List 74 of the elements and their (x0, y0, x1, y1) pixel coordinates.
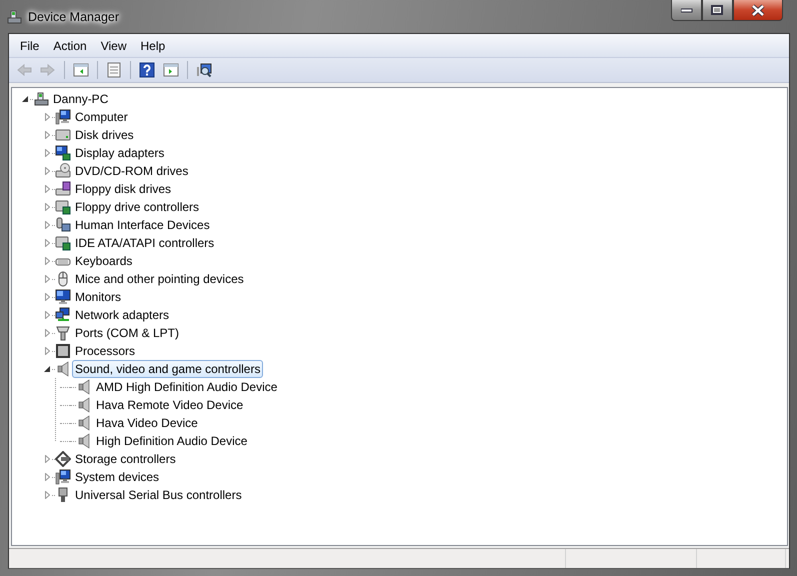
device-icon (55, 217, 71, 233)
tree-item[interactable]: IDE ATA/ATAPI controllers (72, 234, 218, 252)
expand-arrow-icon[interactable] (44, 329, 50, 337)
tree-item[interactable]: Monitors (72, 288, 124, 306)
close-button[interactable] (733, 0, 783, 21)
speaker-icon (76, 433, 92, 449)
tree-item[interactable]: System devices (72, 468, 162, 486)
expand-arrow-icon[interactable] (44, 239, 50, 247)
disc-drive-icon (55, 163, 71, 179)
expand-arrow-icon[interactable] (44, 221, 50, 229)
tree-item[interactable]: Hava Video Device (93, 414, 201, 432)
window-title: Device Manager (28, 10, 120, 24)
maximize-icon (711, 4, 724, 16)
expand-arrow-icon[interactable] (44, 293, 50, 301)
speaker-icon (55, 361, 71, 377)
floppy-drive-icon (55, 181, 71, 197)
menu-item[interactable]: Help (134, 38, 172, 52)
tree-item[interactable]: Computer (72, 108, 131, 126)
tree-item[interactable]: Ports (COM & LPT) (72, 324, 182, 342)
expand-arrow-icon[interactable] (44, 455, 50, 463)
tree-item[interactable]: Display adapters (72, 144, 168, 162)
expand-arrow-icon[interactable] (44, 473, 50, 481)
expand-arrow-icon[interactable] (44, 311, 50, 319)
minimize-button[interactable] (671, 0, 702, 21)
network-icon (55, 307, 71, 323)
tree-item[interactable]: AMD High Definition Audio Device (93, 378, 280, 396)
tree-item[interactable]: Network adapters (72, 306, 172, 324)
expand-arrow-icon[interactable] (44, 113, 50, 121)
menu-item[interactable]: View (94, 38, 134, 52)
expand-arrow-icon[interactable] (44, 491, 50, 499)
close-icon (750, 4, 766, 16)
tree-item[interactable]: Sound, video and game controllers (72, 360, 264, 378)
drive-icon (55, 127, 71, 143)
monitor-icon (55, 109, 71, 125)
tree-item[interactable]: Floppy drive controllers (72, 198, 202, 216)
expand-arrow-icon[interactable] (44, 131, 50, 139)
tree-item[interactable]: Keyboards (72, 252, 136, 270)
device-manager-icon (6, 8, 22, 24)
expand-arrow-icon[interactable] (44, 185, 50, 193)
tree-item[interactable]: Human Interface Devices (72, 216, 213, 234)
expand-arrow-icon[interactable] (44, 275, 50, 283)
monitor-icon (55, 289, 71, 305)
menu-item[interactable]: Action (46, 38, 94, 52)
expand-arrow-icon[interactable] (44, 149, 50, 157)
tree-item[interactable]: Hava Remote Video Device (93, 396, 246, 414)
port-icon (55, 325, 71, 341)
expand-arrow-icon[interactable] (44, 203, 50, 211)
tree-item[interactable]: DVD/CD-ROM drives (72, 162, 192, 180)
minimize-icon (680, 7, 692, 13)
tree-item[interactable]: Floppy disk drives (72, 180, 174, 198)
expand-arrow-icon[interactable] (44, 347, 50, 355)
speaker-icon (76, 379, 92, 395)
drive-icon (55, 199, 71, 215)
speaker-icon (76, 397, 92, 413)
menu-item[interactable]: File (13, 38, 46, 52)
storage-icon (55, 451, 71, 467)
expand-arrow-icon[interactable] (44, 257, 50, 265)
tree-item[interactable]: Danny-PC (50, 90, 112, 108)
collapse-arrow-icon[interactable] (22, 96, 28, 102)
collapse-arrow-icon[interactable] (44, 366, 50, 372)
chip-icon (55, 343, 71, 359)
tree-item[interactable]: Processors (72, 342, 138, 360)
tree-item[interactable]: Mice and other pointing devices (72, 270, 247, 288)
drive-icon (55, 235, 71, 251)
monitor-icon (55, 469, 71, 485)
tree-item[interactable]: Universal Serial Bus controllers (72, 486, 245, 504)
tree-item[interactable]: Disk drives (72, 126, 137, 144)
maximize-button[interactable] (702, 0, 733, 21)
speaker-icon (76, 415, 92, 431)
monitor-icon (55, 145, 71, 161)
expand-arrow-icon[interactable] (44, 167, 50, 175)
tree-item[interactable]: High Definition Audio Device (93, 432, 250, 450)
computer-icon (33, 91, 49, 107)
tree-item[interactable]: Storage controllers (72, 450, 179, 468)
